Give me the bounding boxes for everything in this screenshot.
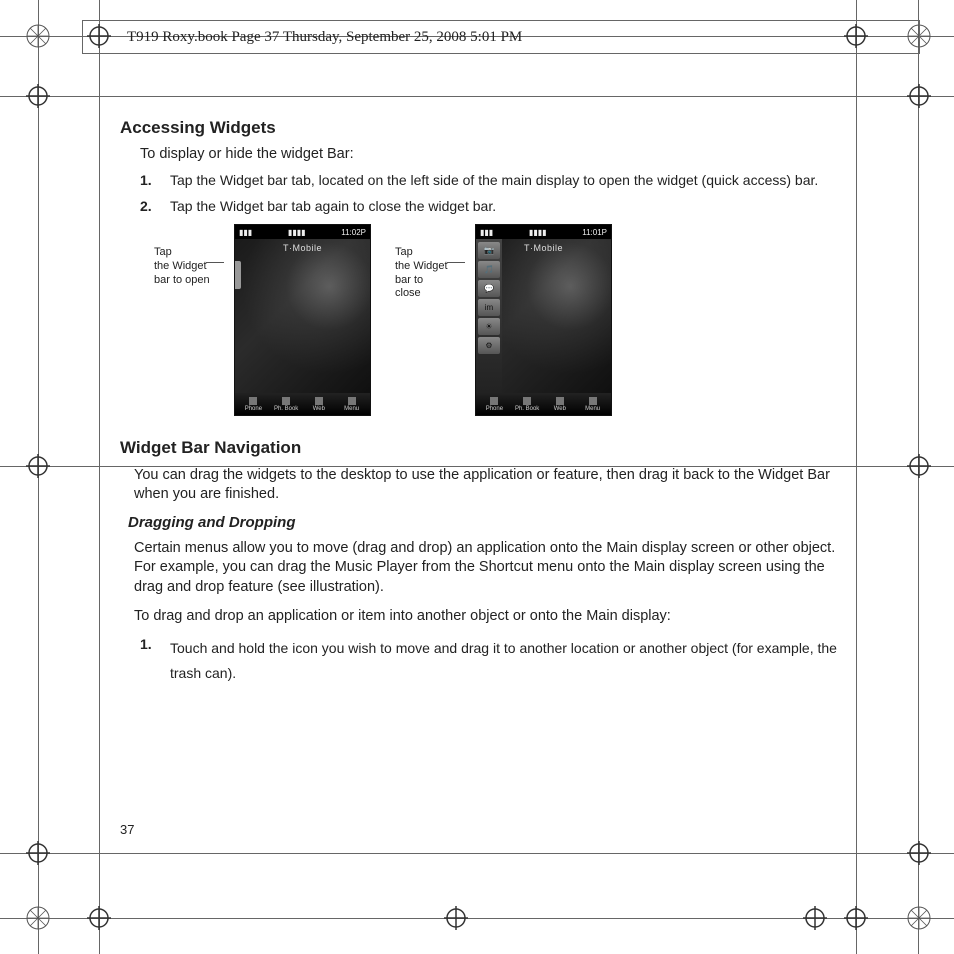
- crosshair-icon: [844, 906, 868, 930]
- crosshair-icon: [444, 906, 468, 930]
- dock-label: Phone: [486, 406, 503, 412]
- widget-icon: 🎵: [478, 261, 500, 278]
- crosshair-icon: [907, 841, 931, 865]
- dock-label: Menu: [344, 406, 359, 412]
- crosshair-icon: [803, 906, 827, 930]
- phone-dock: Phone Ph. Book Web Menu: [235, 393, 370, 415]
- phone-screenshot-open: ▮▮▮ ▮▮▮▮ 11:01P T·Mobile 📷 🎵 💬 im ☀ ⚙ Ph…: [475, 224, 612, 416]
- section-title-accessing-widgets: Accessing Widgets: [120, 118, 840, 138]
- widget-icon: ⚙: [478, 337, 500, 354]
- dock-label: Web: [313, 406, 325, 412]
- leader-line: [447, 262, 465, 263]
- figure-caption-close: Tap the Widget bar to close: [395, 224, 451, 301]
- dock-label: Phone: [245, 406, 262, 412]
- widget-bar-tab: [235, 261, 241, 289]
- step-text: Tap the Widget bar tab, located on the l…: [170, 172, 840, 188]
- crosshair-icon: [26, 841, 50, 865]
- dock-phonebook: Ph. Book: [511, 397, 544, 412]
- dock-label: Web: [554, 406, 566, 412]
- widget-icon: im: [478, 299, 500, 316]
- regmark-icon: [907, 906, 931, 930]
- dock-label: Ph. Book: [515, 406, 539, 412]
- section1-steps: 1. Tap the Widget bar tab, located on th…: [140, 172, 840, 214]
- figure-row: Tap the Widget bar to open ▮▮▮ ▮▮▮▮ 11:0…: [154, 224, 840, 416]
- caption-line: Tap: [154, 246, 172, 258]
- step-text: Tap the Widget bar tab again to close th…: [170, 198, 840, 214]
- caption-line: Tap: [395, 246, 413, 258]
- step-text: Touch and hold the icon you wish to move…: [170, 636, 840, 686]
- regmark-icon: [26, 906, 50, 930]
- dock-label: Ph. Book: [274, 406, 298, 412]
- step-number: 1.: [140, 636, 170, 686]
- phone-wallpaper: [235, 239, 370, 397]
- section2-p3: To drag and drop an application or item …: [134, 607, 840, 626]
- dock-phone: Phone: [478, 397, 511, 412]
- caption-line: the Widget: [395, 260, 448, 272]
- caption-line: the Widget: [154, 260, 207, 272]
- page-content: Accessing Widgets To display or hide the…: [120, 112, 840, 696]
- crosshair-icon: [87, 906, 111, 930]
- section1-intro: To display or hide the widget Bar:: [140, 146, 840, 162]
- crosshair-icon: [26, 454, 50, 478]
- battery-icon: ▮▮▮▮: [529, 228, 547, 237]
- section2-p2: Certain menus allow you to move (drag an…: [134, 539, 840, 596]
- leader-line: [206, 262, 224, 263]
- crop-line-upper: [0, 96, 954, 97]
- crop-line-left2: [99, 0, 100, 954]
- section2-p1: You can drag the widgets to the desktop …: [134, 466, 840, 504]
- clock-text: 11:01P: [582, 228, 607, 237]
- caption-line: bar to open: [154, 274, 210, 286]
- crosshair-icon: [26, 84, 50, 108]
- clock-text: 11:02P: [341, 228, 366, 237]
- page-number: 37: [120, 822, 134, 837]
- widget-icon: 💬: [478, 280, 500, 297]
- widget-icon: 📷: [478, 242, 500, 259]
- dock-menu: Menu: [335, 397, 368, 412]
- section2-steps: 1. Touch and hold the icon you wish to m…: [140, 636, 840, 686]
- signal-icon: ▮▮▮: [239, 228, 252, 237]
- crop-line-lower: [0, 853, 954, 854]
- dock-web: Web: [544, 397, 577, 412]
- step-number: 1.: [140, 172, 170, 188]
- widget-bar-open: 📷 🎵 💬 im ☀ ⚙: [476, 239, 502, 393]
- header-text: T919 Roxy.book Page 37 Thursday, Septemb…: [127, 29, 522, 46]
- figure-caption-open: Tap the Widget bar to open: [154, 224, 210, 287]
- widget-icon: ☀: [478, 318, 500, 335]
- phone-screenshot-closed: ▮▮▮ ▮▮▮▮ 11:02P T·Mobile Phone Ph. Book …: [234, 224, 371, 416]
- regmark-icon: [26, 24, 50, 48]
- signal-icon: ▮▮▮: [480, 228, 493, 237]
- dock-phone: Phone: [237, 397, 270, 412]
- list-item: 2. Tap the Widget bar tab again to close…: [140, 198, 840, 214]
- battery-icon: ▮▮▮▮: [288, 228, 306, 237]
- list-item: 1. Tap the Widget bar tab, located on th…: [140, 172, 840, 188]
- section-title-widget-bar-nav: Widget Bar Navigation: [120, 438, 840, 458]
- phone-status-bar: ▮▮▮ ▮▮▮▮ 11:01P: [476, 225, 611, 239]
- dock-phonebook: Ph. Book: [270, 397, 303, 412]
- crosshair-icon: [907, 84, 931, 108]
- phone-dock: Phone Ph. Book Web Menu: [476, 393, 611, 415]
- page-header-banner: T919 Roxy.book Page 37 Thursday, Septemb…: [82, 20, 920, 54]
- dock-web: Web: [303, 397, 336, 412]
- step-number: 2.: [140, 198, 170, 214]
- caption-line: bar to close: [395, 274, 423, 300]
- dock-label: Menu: [585, 406, 600, 412]
- carrier-label: T·Mobile: [235, 243, 370, 253]
- crosshair-icon: [907, 454, 931, 478]
- crop-line-right2: [856, 0, 857, 954]
- list-item: 1. Touch and hold the icon you wish to m…: [140, 636, 840, 686]
- dock-menu: Menu: [576, 397, 609, 412]
- phone-status-bar: ▮▮▮ ▮▮▮▮ 11:02P: [235, 225, 370, 239]
- subsection-title-drag-drop: Dragging and Dropping: [128, 514, 840, 531]
